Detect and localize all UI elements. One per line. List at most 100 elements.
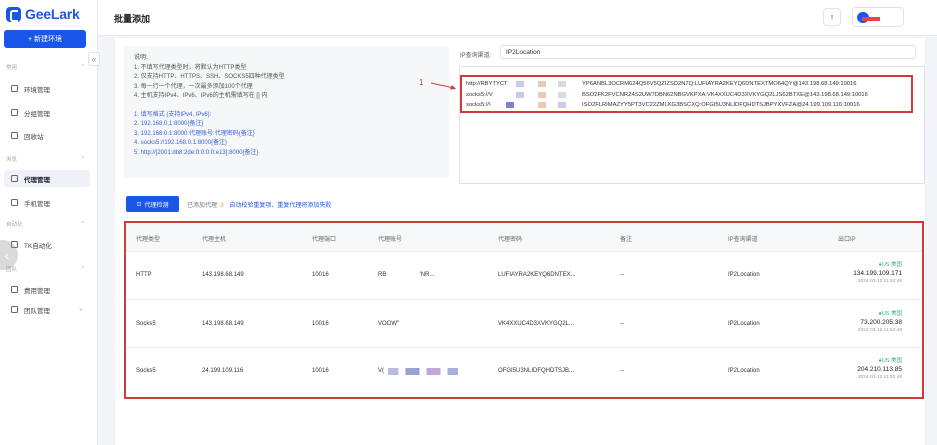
- cell-password: OFGI5U3NLIDFQHDTSJB...: [498, 368, 575, 374]
- instruction-line: 4. 主机支持IPv4、IPv6、IPv6的主机需填写在 [] 内: [134, 93, 268, 99]
- format-line: 5. http://[2001:db8:2de:0:0:0:0:e13]:800…: [134, 149, 259, 156]
- instructions-title: 说明:: [134, 55, 148, 61]
- nav-group-label: 常用: [6, 65, 18, 71]
- column-header: 备注: [620, 237, 633, 243]
- cell-account: V(: [378, 368, 384, 374]
- proxy-detect-button[interactable]: ⊡ 代理检测: [126, 196, 179, 212]
- proxy-table: 代理类型 代理主机 代理端口 代理账号 代理密码 备注 IP查询渠道 出口IP …: [124, 221, 924, 399]
- proxy-line-prefix: socks5://V: [466, 91, 493, 98]
- cell-channel: IP2Location: [728, 321, 760, 327]
- trash-icon: [11, 132, 18, 139]
- proxy-line: socks5://\ ISO2FLRIMAZYY5PT3VC22ZMLKG3BS…: [466, 100, 907, 111]
- proxy-line-prefix: http://RBYTYCT: [466, 81, 508, 87]
- sidebar-item-team[interactable]: 团队管理 v: [4, 301, 90, 318]
- cell-exit-ip: ●US 美国 134.199.109.171 2024-03-12 11:52:…: [826, 260, 902, 284]
- sidebar-item-label: 分组管理: [24, 110, 50, 118]
- table-row[interactable]: Socks5 143.198.68.149 10016 VOOW" VK4XXU…: [126, 299, 922, 347]
- country-badge: ●US 美国: [878, 358, 903, 364]
- cell-password: LUFIAYRA2KEYQ6DNTEX...: [498, 272, 576, 278]
- column-header: 代理主机: [202, 237, 227, 243]
- page-title: 批量添加: [114, 14, 151, 24]
- column-header: 代理端口: [312, 237, 337, 243]
- column-header: 出口IP: [838, 237, 856, 243]
- sidebar-item-recycle[interactable]: 回收站: [4, 127, 90, 144]
- cell-exit-ip: ●US 美国 204.210.113.85 2024-03-12 11:52:4…: [826, 356, 902, 380]
- nav-group-label: 自动化: [6, 222, 23, 228]
- cell-exit-ip: ●US 美国 73.200.205.38 2024-03-12 11:52:49: [826, 309, 902, 333]
- country-badge: ●US 美国: [878, 262, 903, 268]
- sidebar-collapse-button[interactable]: «: [88, 52, 100, 66]
- proxy-line-tail: BSO2FK2FVCNRZ4S2UW7DBN62NBGVKPXA:VK4XXUC…: [582, 91, 868, 98]
- table-header: 代理类型 代理主机 代理端口 代理账号 代理密码 备注 IP查询渠道 出口IP: [126, 223, 922, 251]
- annotation-number: 1: [419, 78, 424, 87]
- table-row[interactable]: Socks5 24.199.109.116 10016 V( OFGI5U3NL…: [126, 347, 922, 397]
- format-line: 4. socks5://192.168.0.1:8000{备注}: [134, 140, 228, 146]
- list-icon: [11, 109, 18, 116]
- sidebar-item-label: 费用管理: [24, 287, 50, 295]
- sidebar-item-proxy[interactable]: 代理管理: [4, 170, 90, 187]
- query-channel-select[interactable]: IP2Location: [500, 45, 916, 59]
- exit-ip-timestamp: 2024-03-12 11:52:48: [857, 279, 902, 284]
- format-line: 1. 填写格式 (支持IPv4, IPv6):: [134, 111, 212, 118]
- proxy-line: http://RBYTYCT YP6ANBL3OCRM624Q56V5QZIZS…: [466, 79, 907, 90]
- proxy-line: socks5://V BSO2FK2FVCNRZ4S2UW7DBN62NBGVK…: [466, 90, 907, 101]
- proxy-lines-highlight: http://RBYTYCT YP6ANBL3OCRM624Q56V5QZIZS…: [460, 75, 913, 113]
- geelark-logo-icon: [6, 6, 21, 22]
- column-header: 代理账号: [378, 237, 403, 243]
- page-header: 批量添加 ↑: [98, 0, 937, 36]
- chevron-down-icon: v: [79, 306, 83, 313]
- team-icon: [11, 306, 18, 313]
- logo-text: GeeLark: [25, 6, 80, 22]
- cell-host: 143.198.68.149: [202, 321, 244, 327]
- sidebar-item-groups[interactable]: 分组管理: [4, 104, 90, 121]
- cell-account: VOOW": [378, 321, 400, 327]
- chevron-up-icon: ^: [81, 64, 84, 70]
- chevron-left-icon: ‹: [4, 247, 10, 263]
- nav-group-browse[interactable]: 浏览 ^: [0, 152, 98, 166]
- sidebar-item-label: TK自动化: [24, 242, 52, 250]
- new-environment-button[interactable]: + 新建环境: [4, 30, 86, 48]
- detect-icon: ⊡: [136, 201, 142, 208]
- masked-account: [388, 368, 458, 375]
- sidebar-item-label: 环境管理: [24, 86, 50, 94]
- cell-port: 10016: [312, 321, 329, 327]
- arrow-up-icon: ↑: [829, 12, 835, 22]
- exit-ip-value: 204.210.113.85: [857, 366, 902, 373]
- upload-button[interactable]: ↑: [823, 8, 841, 26]
- proxy-line-tail: YP6ANBL3OCRM624Q56V5QZIZSD2N7Q:LUFIAYRA2…: [582, 81, 857, 87]
- sidebar: GeeLark + 新建环境 常用 ^ 环境管理 分组管理 回收站 浏览 ^ 代…: [0, 0, 98, 445]
- nav-group-automation[interactable]: 自动化 ^: [0, 217, 98, 231]
- cell-type: Socks5: [136, 321, 156, 327]
- cell-port: 10016: [312, 368, 329, 374]
- exit-ip-value: 73.200.205.38: [860, 319, 902, 326]
- sidebar-item-label: 回收站: [24, 133, 44, 141]
- sidebar-item-environment[interactable]: 环境管理: [4, 80, 90, 97]
- country-badge: ●US 美国: [878, 311, 903, 317]
- sidebar-item-billing[interactable]: 费用管理: [4, 281, 90, 298]
- detect-label: 代理检测: [144, 202, 169, 209]
- cell-password: VK4XXUC4D3XVKYGQ2L...: [498, 321, 575, 327]
- nav-group-label: 浏览: [6, 157, 18, 163]
- exit-ip-value: 134.199.109.171: [853, 270, 902, 277]
- added-proxy-summary: 已添加代理: 3 自动校验重复项、重复代理将添加失败: [187, 200, 331, 209]
- format-line: 3. 192.168.0.1:8000:代理账号:代理密码{备注}: [134, 130, 255, 137]
- user-avatar[interactable]: [852, 7, 904, 27]
- added-hint: 自动校验重复项、重复代理将添加失败: [229, 203, 332, 209]
- cell-note: --: [620, 368, 624, 374]
- sidebar-item-phone[interactable]: 手机管理: [4, 194, 90, 211]
- exit-ip-timestamp: 2024-03-12 11:52:49: [857, 328, 902, 333]
- cell-type: Socks5: [136, 368, 156, 374]
- sidebar-item-label: 代理管理: [24, 176, 50, 184]
- bill-icon: [11, 286, 18, 293]
- cell-note: --: [620, 272, 624, 278]
- cell-host: 24.199.109.116: [202, 368, 244, 374]
- cell-type: HTTP: [136, 272, 152, 278]
- table-row[interactable]: HTTP 143.198.68.149 10016 RB 'NR... LUFI…: [126, 251, 922, 299]
- cell-channel: IP2Location: [728, 368, 760, 374]
- proxy-line-prefix: socks5://\: [466, 102, 491, 108]
- nav-group-common[interactable]: 常用 ^: [0, 60, 98, 74]
- chevron-up-icon: ^: [81, 221, 84, 227]
- logo: GeeLark: [6, 6, 80, 22]
- instruction-line: 1. 不填写代理类型时，将默认为HTTP类型: [134, 64, 247, 71]
- query-channel-label: IP查询渠道:: [460, 53, 492, 59]
